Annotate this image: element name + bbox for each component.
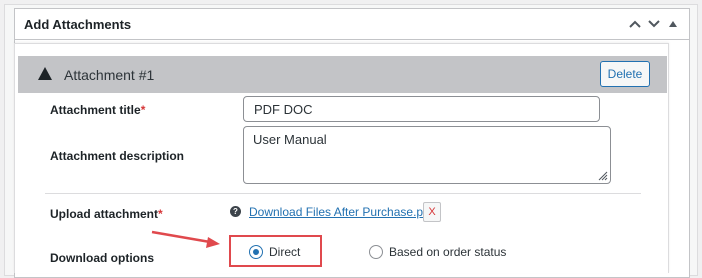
uploaded-file-link[interactable]: Download Files After Purchase.pdf <box>249 205 433 219</box>
radio-direct-label: Direct <box>269 245 301 259</box>
download-options-label: Download options <box>50 251 154 265</box>
move-up-icon[interactable] <box>625 14 645 34</box>
required-mark: * <box>140 103 146 117</box>
help-icon[interactable]: ? <box>230 206 241 217</box>
radio-order-status[interactable] <box>369 245 383 259</box>
section-divider <box>45 193 641 194</box>
panel-title: Add Attachments <box>24 17 132 32</box>
upload-attachment-label-text: Upload attachment <box>50 207 159 221</box>
radio-order-status-label: Based on order status <box>389 245 507 259</box>
attachment-description-textarea[interactable]: User Manual <box>243 126 611 184</box>
triangle-up-icon[interactable] <box>38 67 52 80</box>
upload-attachment-label: Upload attachment* <box>50 207 163 221</box>
collapse-toggle-icon[interactable] <box>663 14 683 34</box>
move-down-icon[interactable] <box>644 14 664 34</box>
radio-direct[interactable] <box>249 245 263 259</box>
attachment-title-label: Attachment title* <box>50 103 145 117</box>
red-arrow-icon <box>151 230 220 248</box>
attachment-heading: Attachment #1 <box>64 67 155 83</box>
panel-header: Add Attachments <box>15 9 689 40</box>
attachment-description-label: Attachment description <box>50 149 185 163</box>
attachment-title-input[interactable] <box>243 96 600 122</box>
radio-option-direct[interactable]: Direct <box>249 245 300 259</box>
attachment-header: Attachment #1 Delete <box>18 56 667 93</box>
radio-option-order-status[interactable]: Based on order status <box>369 245 506 259</box>
remove-file-button[interactable]: X <box>423 202 441 222</box>
required-mark: * <box>158 207 163 221</box>
attachment-title-label-text: Attachment title <box>50 103 141 117</box>
delete-button[interactable]: Delete <box>600 61 650 87</box>
attachment-description-value: User Manual <box>253 132 327 147</box>
resize-grip-icon[interactable] <box>598 171 608 181</box>
